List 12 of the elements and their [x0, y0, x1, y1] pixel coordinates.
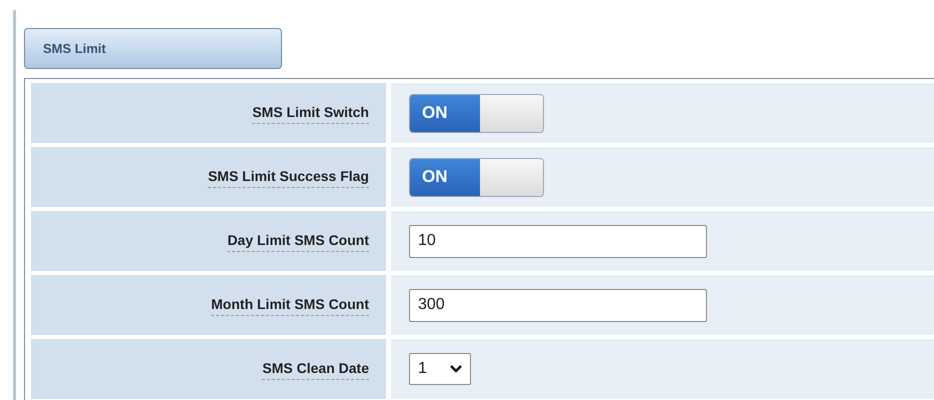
text-field[interactable]: 300: [409, 288, 707, 322]
field-label: Month Limit SMS Count: [211, 294, 369, 316]
field-label: SMS Clean Date: [262, 358, 369, 380]
field-label: SMS Limit Switch: [252, 102, 369, 124]
text-field[interactable]: 10: [409, 224, 707, 258]
toggle-switch[interactable]: ON: [409, 94, 544, 132]
section-tab[interactable]: SMS Limit: [24, 28, 282, 69]
toggle-switch[interactable]: ON: [409, 158, 544, 196]
chevron-down-icon: [450, 365, 462, 373]
field-label: SMS Limit Success Flag: [208, 166, 369, 188]
dropdown[interactable]: 1: [409, 353, 471, 385]
field-label: Day Limit SMS Count: [227, 230, 369, 252]
